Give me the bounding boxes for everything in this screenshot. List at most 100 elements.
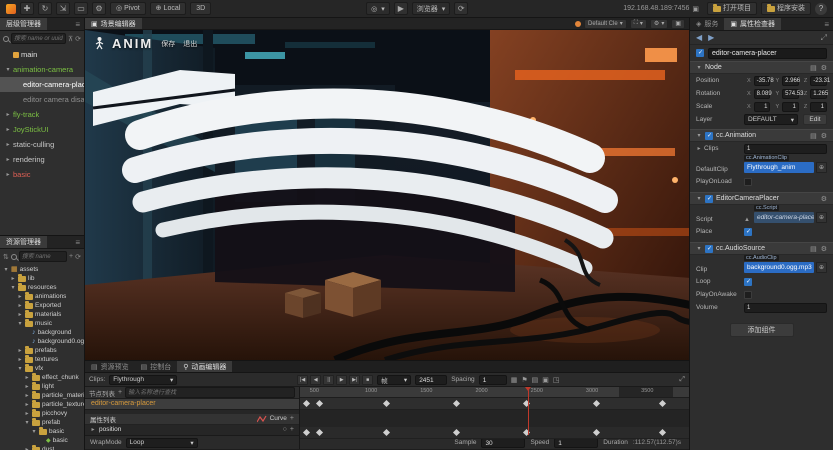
animation-node-row[interactable]: editor-camera-placer xyxy=(85,399,299,410)
expand-arrow-icon[interactable]: ▸ xyxy=(90,426,96,433)
gear-icon[interactable]: ⚙ xyxy=(821,195,827,203)
refresh-icon[interactable]: ⟳ xyxy=(75,253,81,261)
expand-arrow-icon[interactable]: ▸ xyxy=(24,392,30,399)
keyframe[interactable] xyxy=(593,400,600,407)
hierarchy-item[interactable]: ▸basic xyxy=(0,167,84,182)
playback-button[interactable]: ■ xyxy=(362,375,373,385)
open-app-button[interactable]: 程序安装 xyxy=(761,2,811,15)
play-on-awake-checkbox[interactable] xyxy=(744,291,752,299)
expand-arrow-icon[interactable]: ▸ xyxy=(5,111,11,118)
node-search-input[interactable] xyxy=(125,387,295,398)
tab-services[interactable]: ◈服务 xyxy=(690,18,724,30)
position-y-input[interactable]: 2.966 xyxy=(782,76,799,86)
hierarchy-item[interactable]: ▸fly-track xyxy=(0,107,84,122)
add-keyframe-icon[interactable]: + xyxy=(290,426,294,433)
animation-component-header[interactable]: ▾ cc.Animation ▤⚙ xyxy=(690,129,833,142)
asset-item[interactable]: ▸animations xyxy=(0,292,84,301)
asset-item[interactable]: ◆basic xyxy=(0,436,84,445)
expand-arrow-icon[interactable]: ▸ xyxy=(5,141,11,148)
keyframe[interactable] xyxy=(303,429,310,436)
asset-item[interactable]: ♪background0.ogg xyxy=(0,337,84,346)
expand-arrow-icon[interactable]: ▸ xyxy=(5,126,11,133)
expand-arrow-icon[interactable]: ▸ xyxy=(24,446,30,450)
panel-expand-icon[interactable]: ⤢ xyxy=(679,376,685,384)
doc-icon[interactable]: ▤ xyxy=(810,245,817,253)
loop-checkbox[interactable] xyxy=(744,278,752,286)
panel-menu-icon[interactable]: ≡ xyxy=(71,18,84,30)
hierarchy-item[interactable]: ▸static-culling xyxy=(0,137,84,152)
asset-item[interactable]: ▸particle_texture xyxy=(0,400,84,409)
create-asset-icon[interactable]: + xyxy=(69,253,73,260)
locate-asset-button[interactable]: ⊕ xyxy=(816,162,827,173)
keyframe[interactable] xyxy=(659,400,666,407)
expand-arrow-icon[interactable]: ▾ xyxy=(31,428,37,435)
script-component-header[interactable]: ▾ EditorCameraPlacer ⚙ xyxy=(690,192,833,205)
asset-item[interactable]: ▾▦assets xyxy=(0,265,84,274)
timeline-playhead[interactable] xyxy=(528,387,529,435)
timeline-tool-icon[interactable]: ▣ xyxy=(542,376,549,384)
asset-item[interactable]: ▸Exported xyxy=(0,301,84,310)
asset-item[interactable]: ▸textures xyxy=(0,355,84,364)
expand-arrow-icon[interactable]: ▾ xyxy=(24,419,30,426)
copy-icon[interactable]: ▣ xyxy=(692,5,699,13)
expand-arrow-icon[interactable]: ▸ xyxy=(17,356,23,363)
mode-3d-toggle[interactable]: 3D xyxy=(190,2,211,15)
panel-menu-icon[interactable]: ≡ xyxy=(820,18,833,30)
rotate-tool-icon[interactable]: ↻ xyxy=(38,2,52,15)
scene-viewport[interactable]: ANIM 保存 退出 xyxy=(85,30,689,360)
playback-button[interactable]: ▶ xyxy=(336,375,347,385)
assets-search-input[interactable] xyxy=(19,251,67,262)
expand-arrow-icon[interactable]: ▾ xyxy=(3,266,9,273)
asset-item[interactable]: ▾resources xyxy=(0,283,84,292)
keyframe[interactable] xyxy=(593,429,600,436)
hierarchy-item[interactable]: main xyxy=(0,47,84,62)
expand-arrow-icon[interactable]: ▸ xyxy=(10,275,16,282)
position-x-input[interactable]: -35.78 xyxy=(754,76,771,86)
open-project-button[interactable]: 打开项目 xyxy=(707,2,757,15)
timeline-tool-icon[interactable]: ▦ xyxy=(511,376,518,384)
doc-icon[interactable]: ▤ xyxy=(810,132,817,140)
asset-item[interactable]: ▸materials xyxy=(0,310,84,319)
component-enabled-checkbox[interactable] xyxy=(705,132,713,140)
collapse-arrow-icon[interactable]: ▾ xyxy=(696,195,702,202)
timeline-tool-icon[interactable]: ▤ xyxy=(532,376,539,384)
refresh-button[interactable]: ⟳ xyxy=(454,2,468,15)
collapse-arrow-icon[interactable]: ▾ xyxy=(696,132,702,139)
tab-hierarchy[interactable]: 层级管理器 xyxy=(0,18,47,30)
tab-animation-editor[interactable]: ⚲动画编辑器 xyxy=(177,361,232,372)
panel-menu-icon[interactable]: ≡ xyxy=(71,236,84,248)
anim-exit-button[interactable]: 退出 xyxy=(183,39,197,49)
speed-input[interactable]: 1 xyxy=(554,438,598,448)
anim-save-button[interactable]: 保存 xyxy=(161,39,175,49)
hierarchy-item[interactable]: ▸rendering xyxy=(0,152,84,167)
place-checkbox[interactable] xyxy=(744,228,752,236)
snapshot-button[interactable]: ▣ xyxy=(671,19,685,29)
nav-forward-icon[interactable]: ▶ xyxy=(708,33,714,42)
collapse-arrow-icon[interactable]: ▾ xyxy=(696,245,702,252)
volume-input[interactable]: 1 xyxy=(744,303,827,313)
pivot-toggle[interactable]: ◎ Pivot xyxy=(110,2,146,15)
panel-expand-icon[interactable]: ⤢ xyxy=(821,33,827,43)
component-enabled-checkbox[interactable] xyxy=(705,195,713,203)
node-name-input[interactable]: editor-camera-placer xyxy=(708,48,827,59)
track-row-position[interactable]: ▸ position ○ + xyxy=(85,425,299,435)
rotation-z-input[interactable]: 1.265 xyxy=(810,89,827,99)
platform-dropdown[interactable]: 浏览器 ▾ xyxy=(412,2,451,15)
expand-arrow-icon[interactable]: ▸ xyxy=(24,374,30,381)
keyframe[interactable] xyxy=(659,429,666,436)
expand-arrow-icon[interactable]: ▸ xyxy=(17,302,23,309)
gear-icon[interactable]: ⚙ xyxy=(821,245,827,253)
gear-icon[interactable]: ⚙ xyxy=(821,64,827,72)
keyframe-row-position[interactable] xyxy=(300,427,689,439)
keyframe[interactable] xyxy=(316,429,323,436)
gizmo-settings-icon[interactable]: ⚙ xyxy=(92,2,106,15)
tab-scene-editor[interactable]: ▣ 场景编辑器 xyxy=(85,18,142,29)
clip-dropdown[interactable]: Flythrough ▾ xyxy=(109,375,177,385)
wrapmode-dropdown[interactable]: Loop ▾ xyxy=(126,438,198,448)
expand-arrow-icon[interactable]: ▸ xyxy=(5,171,11,178)
clock-icon[interactable]: ○ xyxy=(283,426,287,433)
keyframe[interactable] xyxy=(303,400,310,407)
hierarchy-item[interactable]: editor camera disable helper xyxy=(0,92,84,107)
asset-item[interactable]: ▾vfx xyxy=(0,364,84,373)
move-tool-icon[interactable]: ✚ xyxy=(20,2,34,15)
